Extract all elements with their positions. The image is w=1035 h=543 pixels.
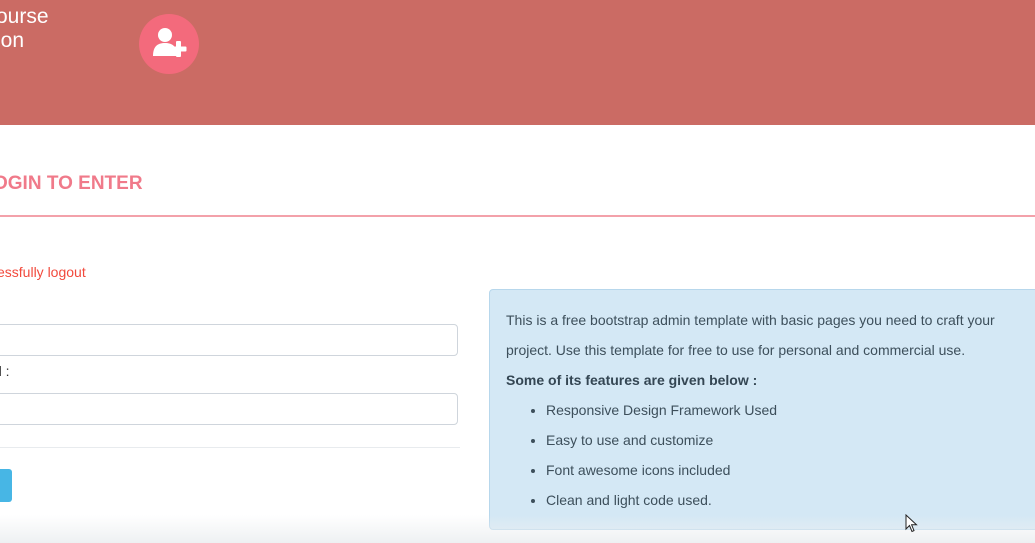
form-divider	[0, 447, 460, 448]
page-title: OGIN TO ENTER	[0, 173, 143, 194]
add-user-icon	[153, 28, 187, 57]
features-list: Responsive Design Framework Used Easy to…	[506, 395, 777, 515]
mouse-pointer-icon	[905, 514, 918, 533]
feature-item: Easy to use and customize	[546, 425, 777, 455]
brand-title[interactable]: ourse ion	[0, 5, 49, 53]
heading-divider	[0, 215, 1035, 217]
brand-line-1: ourse	[0, 5, 49, 28]
password-label: d :	[0, 363, 10, 379]
info-panel: This is a free bootstrap admin template …	[489, 289, 1035, 530]
feature-item: Clean and light code used.	[546, 485, 777, 515]
features-heading: Some of its features are given below :	[506, 372, 758, 388]
login-button[interactable]	[0, 469, 12, 502]
top-header: ourse ion	[0, 0, 1035, 125]
logout-message: essfully logout	[0, 264, 86, 280]
feature-item: Responsive Design Framework Used	[546, 395, 777, 425]
logo	[139, 14, 199, 74]
username-input[interactable]	[0, 324, 458, 356]
brand-line-2: ion	[0, 29, 25, 52]
info-text: This is a free bootstrap admin template …	[506, 312, 995, 358]
password-input[interactable]	[0, 393, 458, 425]
feature-item: Font awesome icons included	[546, 455, 777, 485]
